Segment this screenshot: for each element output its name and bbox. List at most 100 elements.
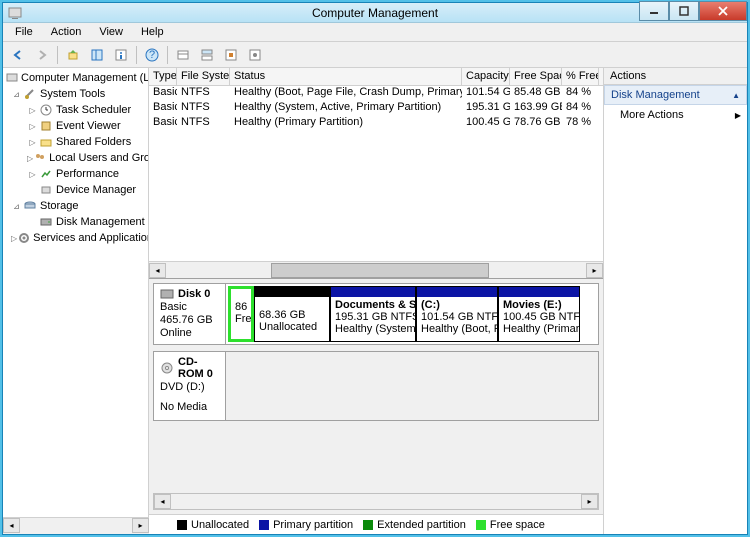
partition[interactable]: 86 NFree	[228, 286, 254, 342]
menu-view[interactable]: View	[91, 24, 131, 40]
folder-icon	[38, 134, 54, 150]
users-icon	[33, 150, 47, 166]
disk-graphical-view[interactable]: Disk 0 Basic 465.76 GB Online 86 NFree68…	[149, 278, 603, 534]
col-capacity[interactable]: Capacity	[462, 68, 510, 85]
volume-row[interactable]: BasicNTFSHealthy (System, Active, Primar…	[149, 101, 603, 116]
tree-services-apps[interactable]: ▷ Services and Applications	[3, 230, 148, 246]
col-free[interactable]: Free Space	[510, 68, 562, 85]
partition[interactable]: (C:)101.54 GB NTFSHealthy (Boot, Pa	[416, 286, 498, 342]
cdrom-info: CD-ROM 0 DVD (D:) No Media	[154, 352, 226, 420]
col-type[interactable]: Type	[149, 68, 177, 85]
cell-status: Healthy (Primary Partition)	[230, 116, 462, 131]
cdrom-empty	[226, 352, 598, 420]
tree-shared-folders[interactable]: ▷ Shared Folders	[3, 134, 148, 150]
menubar: File Action View Help	[3, 23, 747, 42]
scroll-left-button[interactable]: ◂	[154, 494, 171, 509]
tree-label: Shared Folders	[56, 136, 131, 148]
actions-pane: Actions Disk Management ▲ More Actions ▶	[604, 68, 747, 534]
scroll-right-button[interactable]: ▸	[132, 518, 149, 533]
tree-task-scheduler[interactable]: ▷ Task Scheduler	[3, 102, 148, 118]
tree-root[interactable]: Computer Management (Local	[3, 70, 148, 86]
tree-label: System Tools	[40, 88, 105, 100]
menu-action[interactable]: Action	[43, 24, 90, 40]
volume-hscroll[interactable]: ◂ ▸	[149, 261, 603, 278]
cell-fs: NTFS	[177, 101, 230, 116]
tree-hscroll[interactable]: ◂ ▸	[3, 517, 149, 534]
cell-status: Healthy (System, Active, Primary Partiti…	[230, 101, 462, 116]
tree-label: Device Manager	[56, 184, 136, 196]
tree-event-viewer[interactable]: ▷ Event Viewer	[3, 118, 148, 134]
scroll-track[interactable]	[171, 494, 581, 509]
properties-button[interactable]	[110, 44, 132, 66]
app-window: Computer Management File Action View Hel…	[2, 2, 748, 535]
scroll-right-button[interactable]: ▸	[586, 263, 603, 278]
tree-disk-management[interactable]: Disk Management	[3, 214, 148, 230]
partition-size: 101.54 GB NTFS	[421, 311, 493, 323]
tree-label: Event Viewer	[56, 120, 121, 132]
graph-hscroll[interactable]: ◂ ▸	[153, 493, 599, 510]
tree-root-label: Computer Management (Local	[21, 72, 149, 84]
tree-pane[interactable]: Computer Management (Local ⊿ System Tool…	[3, 68, 149, 517]
tree-performance[interactable]: ▷ Performance	[3, 166, 148, 182]
minimize-button[interactable]	[639, 1, 669, 21]
scroll-right-button[interactable]: ▸	[581, 494, 598, 509]
disk-name: Disk 0	[178, 288, 210, 300]
up-button[interactable]	[62, 44, 84, 66]
tree-device-manager[interactable]: Device Manager	[3, 182, 148, 198]
expander-icon[interactable]: ▷	[27, 105, 38, 116]
titlebar[interactable]: Computer Management	[3, 3, 747, 23]
content-pane: Type File System Status Capacity Free Sp…	[149, 68, 604, 534]
col-filesystem[interactable]: File System	[177, 68, 230, 85]
legend-swatch	[363, 520, 373, 530]
tree-storage[interactable]: ⊿ Storage	[3, 198, 148, 214]
col-status[interactable]: Status	[230, 68, 462, 85]
back-button[interactable]	[7, 44, 29, 66]
partition[interactable]: Documents & Sof195.31 GB NTFSHealthy (Sy…	[330, 286, 416, 342]
tree-label: Services and Applications	[33, 232, 149, 244]
view-bottom-button[interactable]	[220, 44, 242, 66]
help-button[interactable]: ?	[141, 44, 163, 66]
refresh-button[interactable]	[172, 44, 194, 66]
expander-icon[interactable]: ⊿	[11, 201, 22, 212]
legend-swatch	[177, 520, 187, 530]
legend-swatch	[259, 520, 269, 530]
partition[interactable]: Movies (E:)100.45 GB NTFSHealthy (Primar…	[498, 286, 580, 342]
tree-local-users[interactable]: ▷ Local Users and Groups	[3, 150, 148, 166]
actions-more[interactable]: More Actions ▶	[604, 105, 747, 125]
view-top-button[interactable]	[196, 44, 218, 66]
settings-button[interactable]	[244, 44, 266, 66]
expander-icon[interactable]: ⊿	[11, 89, 22, 100]
computer-icon	[5, 70, 19, 86]
cell-status: Healthy (Boot, Page File, Crash Dump, Pr…	[230, 86, 462, 101]
body: Computer Management (Local ⊿ System Tool…	[3, 68, 747, 534]
volume-row[interactable]: BasicNTFSHealthy (Primary Partition)100.…	[149, 116, 603, 131]
disk-row[interactable]: Disk 0 Basic 465.76 GB Online 86 NFree68…	[153, 283, 599, 345]
cdrom-row[interactable]: CD-ROM 0 DVD (D:) No Media	[153, 351, 599, 421]
tree-label: Performance	[56, 168, 119, 180]
scroll-track[interactable]	[20, 518, 132, 534]
actions-section[interactable]: Disk Management ▲	[604, 85, 747, 105]
maximize-button[interactable]	[669, 1, 699, 21]
scroll-thumb[interactable]	[271, 263, 489, 278]
forward-button[interactable]	[31, 44, 53, 66]
show-hide-tree-button[interactable]	[86, 44, 108, 66]
tree-system-tools[interactable]: ⊿ System Tools	[3, 86, 148, 102]
expander-icon[interactable]: ▷	[27, 137, 38, 148]
partition-status: Healthy (System, A	[335, 323, 411, 335]
scroll-left-button[interactable]: ◂	[149, 263, 166, 278]
scroll-left-button[interactable]: ◂	[3, 518, 20, 533]
scroll-track[interactable]	[166, 263, 586, 278]
expander-icon[interactable]: ▷	[27, 169, 38, 180]
actions-section-label: Disk Management	[611, 89, 700, 101]
cell-pct: 84 %	[562, 86, 599, 101]
menu-file[interactable]: File	[7, 24, 41, 40]
cell-free: 85.48 GB	[510, 86, 562, 101]
close-button[interactable]	[699, 1, 747, 21]
partition[interactable]: 68.36 GBUnallocated	[254, 286, 330, 342]
volume-row[interactable]: BasicNTFSHealthy (Boot, Page File, Crash…	[149, 86, 603, 101]
expander-icon[interactable]: ▷	[27, 121, 38, 132]
menu-help[interactable]: Help	[133, 24, 172, 40]
volume-list[interactable]: Type File System Status Capacity Free Sp…	[149, 68, 603, 278]
col-pctfree[interactable]: % Free	[562, 68, 599, 85]
partition-size: 86 N	[235, 301, 247, 313]
